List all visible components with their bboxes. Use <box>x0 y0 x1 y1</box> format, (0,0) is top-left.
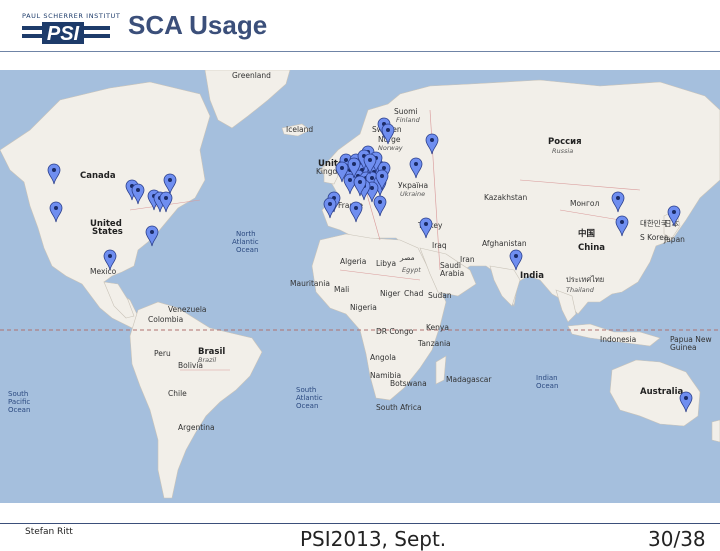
map-label: Japan <box>663 235 685 244</box>
logo-text: PAUL SCHERRER INSTITUT <box>22 12 121 20</box>
world-map: GreenlandIcelandSwedenSuomiFinlandNorgeN… <box>0 70 720 503</box>
map-label: Kazakhstan <box>484 193 527 202</box>
map-label: Mauritania <box>290 279 330 288</box>
map-label: North <box>236 230 256 238</box>
map-label: Venezuela <box>168 305 207 314</box>
map-label: 中国 <box>578 228 595 239</box>
map-label: Ukraine <box>400 190 425 198</box>
map-label: Bolivia <box>178 361 203 370</box>
map-label: Afghanistan <box>482 239 527 248</box>
map-label: Colombia <box>148 315 183 324</box>
map-label: Kenya <box>426 323 449 332</box>
land-new-zealand <box>711 419 720 443</box>
map-label: Indian <box>536 374 558 382</box>
map-label: Україна <box>398 181 428 190</box>
map-label: مصر <box>399 253 415 262</box>
map-label: Chad <box>404 289 424 298</box>
psi-logo: PAUL SCHERRER INSTITUT PSI <box>22 12 121 46</box>
map-label: Iraq <box>432 241 447 250</box>
map-label: Egypt <box>402 266 421 274</box>
map-label: Guinea <box>670 343 697 352</box>
map-label: Россия <box>548 137 582 147</box>
slide-title: SCA Usage <box>128 10 268 40</box>
map-label: Russia <box>552 147 573 155</box>
map-label: DR Congo <box>376 327 414 336</box>
map-label: Madagascar <box>446 375 492 384</box>
map-label: Angola <box>370 353 396 362</box>
logo-mark-text: PSI <box>47 23 80 45</box>
map-label: South <box>296 386 316 394</box>
map-label: Australia <box>640 387 684 397</box>
map-label: Sudan <box>428 291 452 300</box>
map-label: Niger <box>380 289 401 298</box>
map-label: Thailand <box>566 286 595 294</box>
map-label: Mali <box>334 285 349 294</box>
map-label: Nigeria <box>350 303 377 312</box>
map-label: Atlantic <box>296 394 323 402</box>
footer-rule <box>0 523 720 524</box>
map-label: Ocean <box>296 402 318 410</box>
map-label: Atlantic <box>232 238 259 246</box>
map-label: Ocean <box>236 246 258 254</box>
map-label: Iceland <box>286 125 313 134</box>
map-label: Botswana <box>390 379 427 388</box>
map-label: China <box>578 243 605 253</box>
map-label: Tanzania <box>417 339 451 348</box>
map-label: States <box>92 227 123 237</box>
map-label: Canada <box>80 171 116 181</box>
map-label: Finland <box>396 116 421 124</box>
map-label: South <box>8 390 28 398</box>
map-label: Pacific <box>8 398 30 406</box>
page-number: 30/38 <box>648 527 706 551</box>
map-label: Mexico <box>90 267 117 276</box>
map-label: Ocean <box>8 406 30 414</box>
header-rule <box>0 51 720 52</box>
map-label: Монгол <box>570 199 599 208</box>
conference-name: PSI2013, Sept. <box>300 527 447 551</box>
map-label: Algeria <box>340 257 366 266</box>
map-label: India <box>520 271 544 281</box>
world-map-svg: GreenlandIcelandSwedenSuomiFinlandNorgeN… <box>0 70 720 503</box>
map-label: Argentina <box>178 423 215 432</box>
slide-header: PAUL SCHERRER INSTITUT PSI SCA Usage <box>0 0 720 60</box>
map-label: Ocean <box>536 382 558 390</box>
map-label: ประเทศไทย <box>566 275 604 284</box>
slide-footer: Stefan Ritt PSI2013, Sept. 30/38 <box>0 503 720 551</box>
map-label: Norway <box>378 144 403 152</box>
map-label: Libya <box>376 259 396 268</box>
map-label: Arabia <box>440 269 464 278</box>
author-name: Stefan Ritt <box>25 527 73 537</box>
map-label: Peru <box>154 349 171 358</box>
map-label: Chile <box>168 389 187 398</box>
psi-logo-mark: PSI <box>22 22 110 45</box>
map-label: Greenland <box>232 71 271 80</box>
map-label: Indonesia <box>600 335 636 344</box>
map-label: Iran <box>460 255 475 264</box>
map-label: South Africa <box>376 403 422 412</box>
map-label: Suomi <box>394 107 418 116</box>
